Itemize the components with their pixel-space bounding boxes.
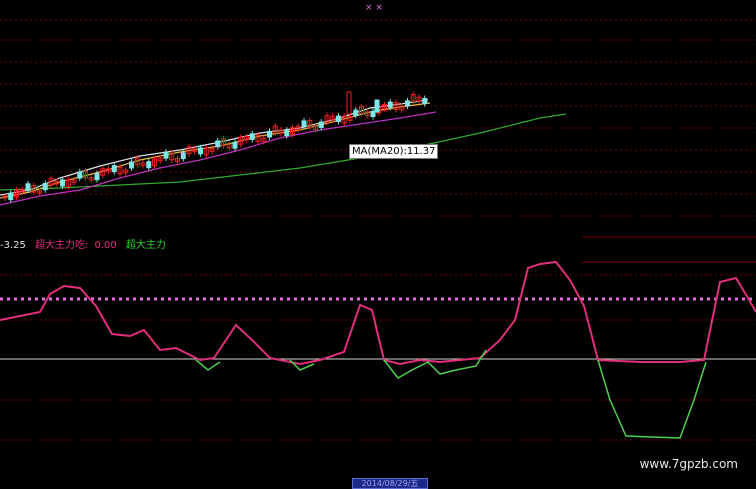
indicator-lines <box>0 260 756 439</box>
ma20-line <box>0 113 567 191</box>
legend-item3-label: 超大主力 <box>125 240 166 251</box>
legend-first-value: -3.25 <box>0 240 26 251</box>
top-cross-marks: × × <box>365 3 383 13</box>
indicator-legend: -3.25 超大主力吃: 0.00 超大主力 <box>0 236 172 251</box>
indicator-line-negative <box>597 359 707 439</box>
ma20-tooltip: MA(MA20):11.37 <box>349 144 439 159</box>
candle-body <box>353 109 359 116</box>
moving-average-lines <box>0 99 567 206</box>
candle-body <box>215 140 221 148</box>
candle-body <box>422 97 428 104</box>
candle-body <box>318 121 324 128</box>
legend-item2-value: 0.00 <box>94 240 117 251</box>
candle-body <box>77 171 83 179</box>
watermark: www.7gpzb.com <box>639 457 738 471</box>
candle-body <box>42 182 48 191</box>
candle-body <box>267 130 272 138</box>
indicator-line-positive <box>0 260 756 366</box>
candle-body <box>129 161 134 169</box>
candle-body <box>301 120 307 127</box>
candle-body <box>111 165 117 173</box>
price-grid <box>0 19 756 217</box>
candle-body <box>25 183 31 191</box>
candle-body <box>405 100 410 107</box>
candle-body <box>146 161 152 169</box>
candle-body <box>336 115 341 122</box>
candle-body <box>180 152 186 160</box>
candle-body <box>249 133 255 140</box>
candle-body <box>284 129 290 137</box>
cross-marks: × × <box>365 3 383 13</box>
indicator-line-negative <box>195 359 221 371</box>
cursor-date-label: 2014/08/29/五 <box>352 478 428 489</box>
candle-body <box>387 101 393 108</box>
candle-body <box>232 141 238 149</box>
candle-body <box>8 192 14 201</box>
candle-body <box>163 151 169 159</box>
candle-body <box>94 173 100 181</box>
candle-body <box>370 110 376 118</box>
candle-body <box>60 179 65 187</box>
candle-body <box>198 147 203 155</box>
candle-body <box>346 91 352 115</box>
legend-item2-label: 超大主力吃: <box>35 240 89 251</box>
candle-body <box>374 99 380 113</box>
